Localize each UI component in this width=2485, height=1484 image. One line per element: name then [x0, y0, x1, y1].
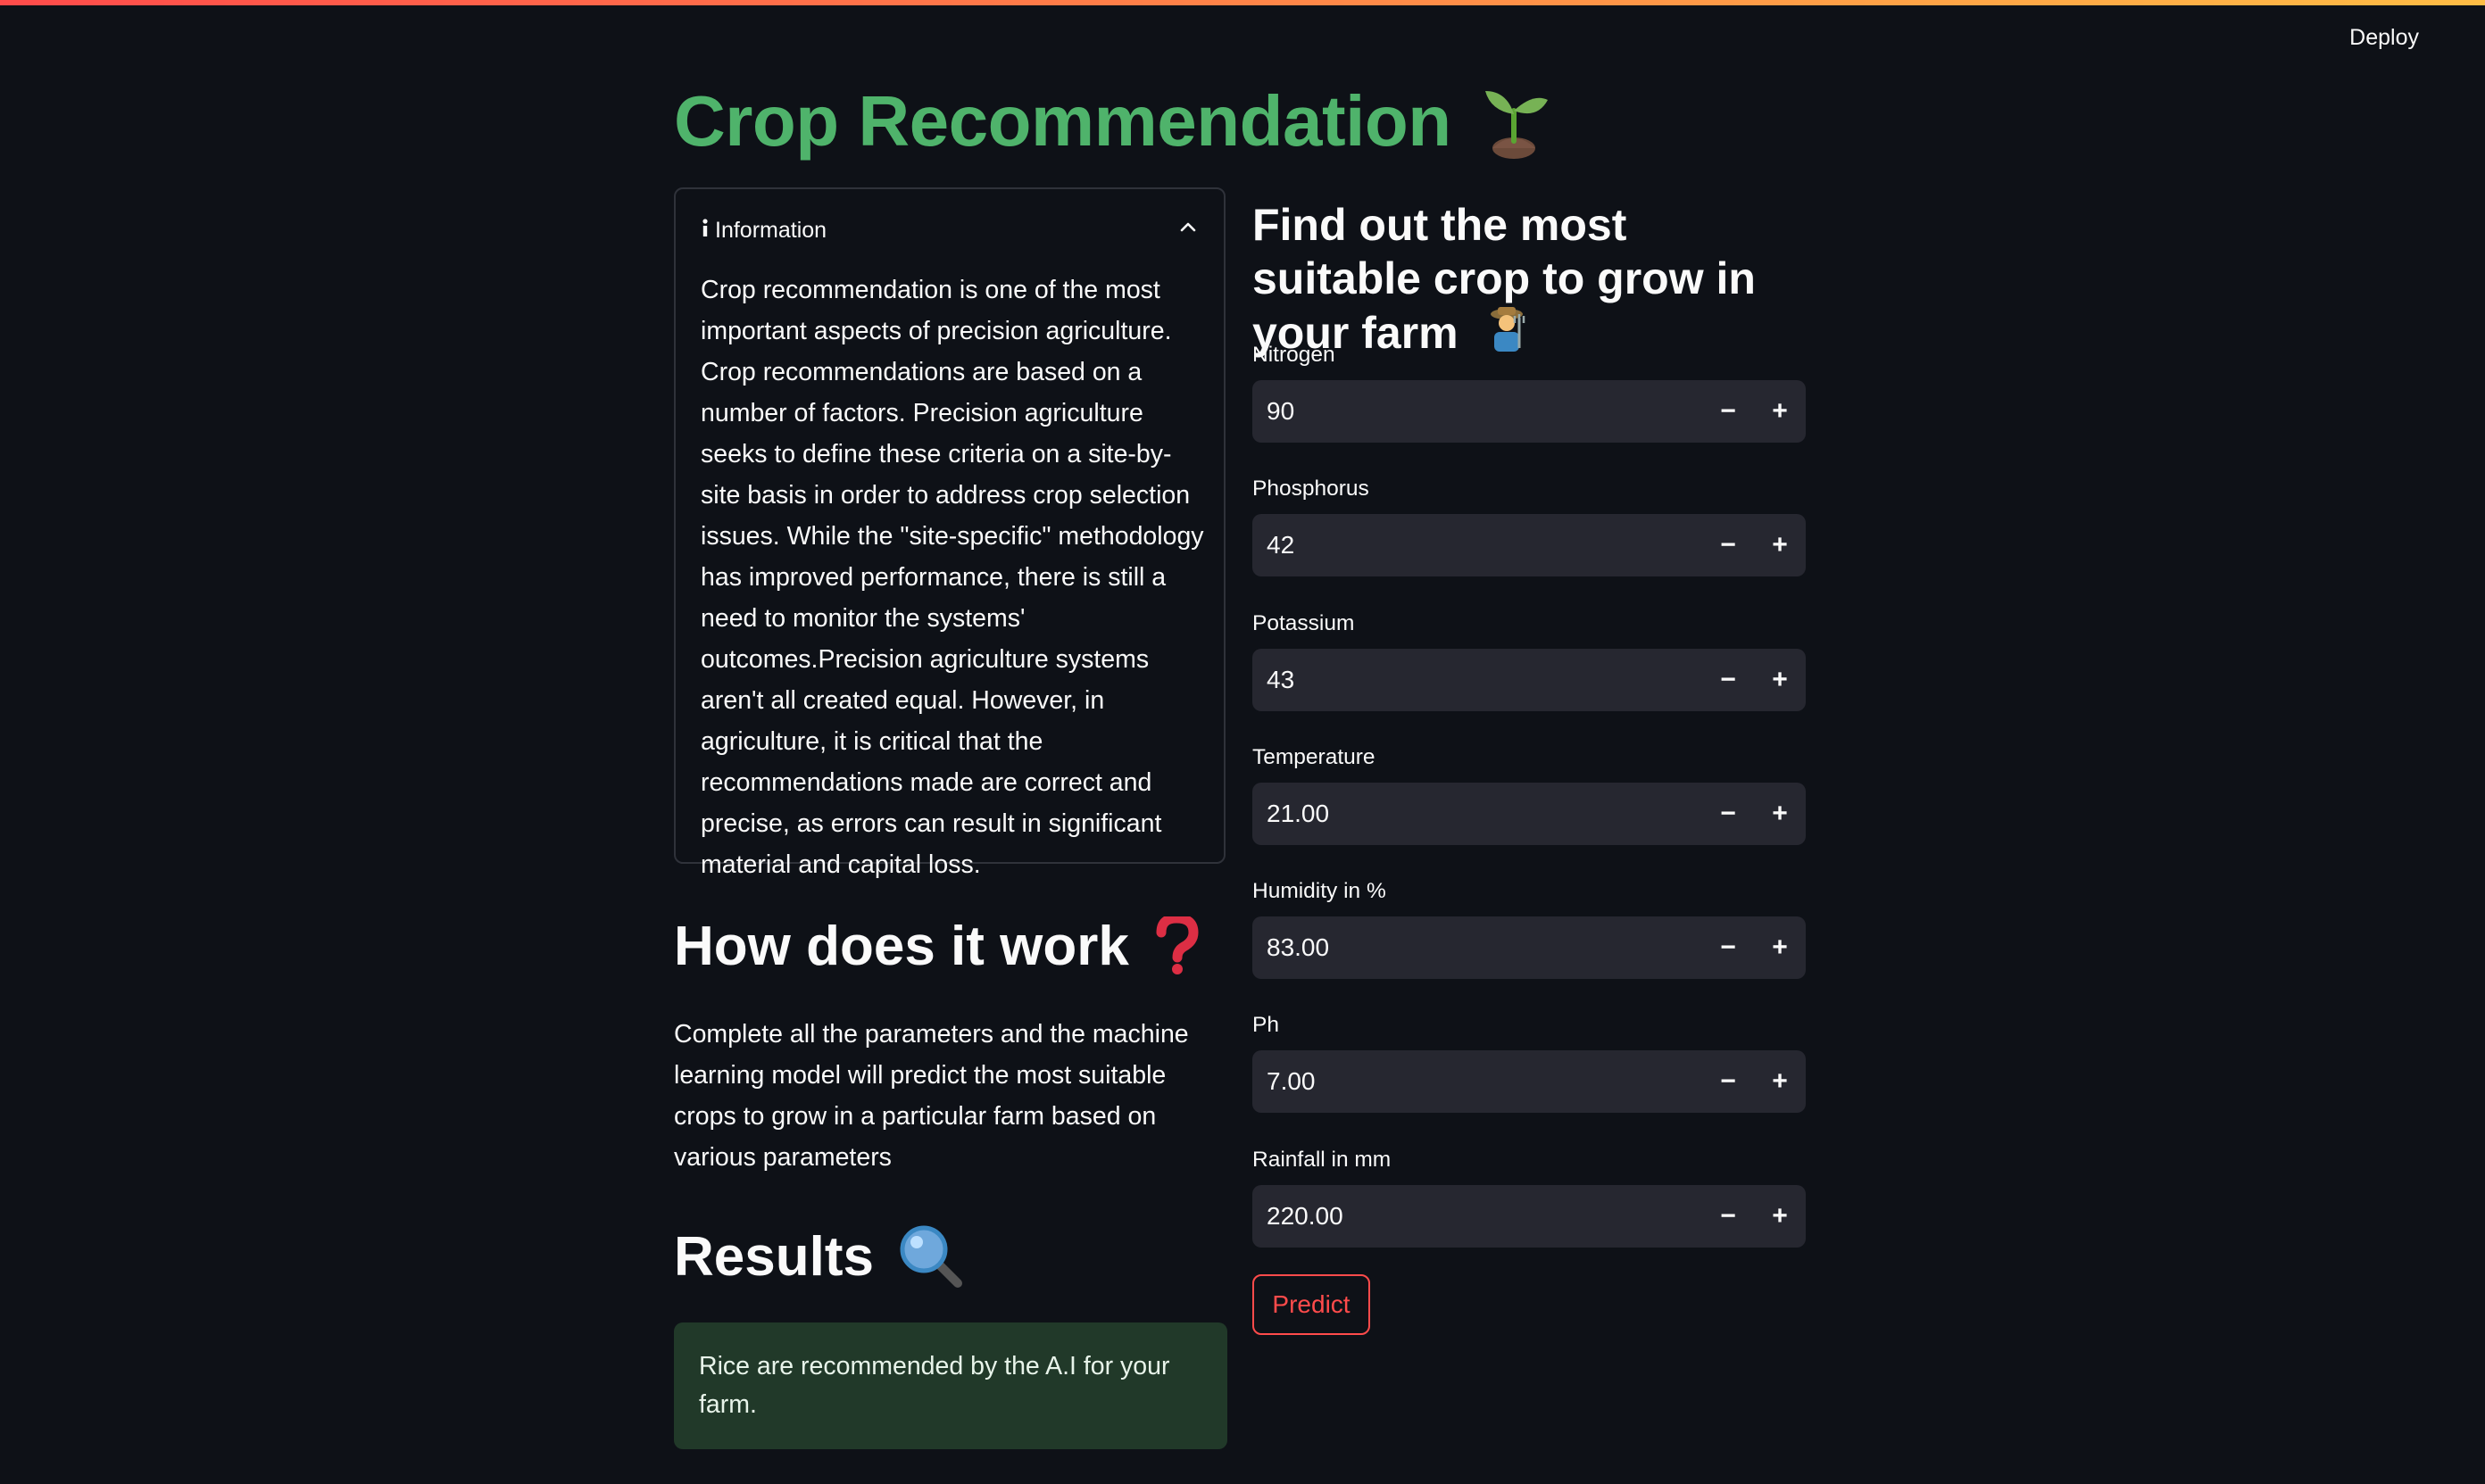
increment-button[interactable]: + — [1754, 514, 1806, 576]
number-input[interactable]: 21.00 − + — [1252, 783, 1806, 845]
field-label: Phosphorus — [1252, 477, 1369, 501]
decrement-button[interactable]: − — [1702, 1050, 1754, 1113]
magnifier-icon — [899, 1224, 963, 1289]
number-input[interactable]: 90 − + — [1252, 380, 1806, 443]
number-input[interactable]: 220.00 − + — [1252, 1185, 1806, 1248]
increment-button[interactable]: + — [1754, 1185, 1806, 1248]
field-label: Humidity in % — [1252, 879, 1386, 903]
field-label: Rainfall in mm — [1252, 1148, 1392, 1172]
decrement-button[interactable]: − — [1702, 1185, 1754, 1248]
information-text: Crop recommendation is one of the most i… — [701, 276, 1204, 879]
how-heading: How does it work — [674, 910, 1199, 982]
chevron-up-icon[interactable] — [1177, 217, 1199, 245]
number-input[interactable]: 43 − + — [1252, 649, 1806, 711]
how-description: Complete all the parameters and the mach… — [674, 1020, 1189, 1172]
decrement-button[interactable]: − — [1702, 514, 1754, 576]
field-ph: Ph 7.00 − + — [1252, 1009, 1806, 1113]
number-input[interactable]: 83.00 − + — [1252, 916, 1806, 979]
main-content: Crop Recommendation Information Crop rec… — [674, 77, 1808, 1484]
how-heading-text: How does it work — [674, 915, 1129, 977]
field-label: Nitrogen — [1252, 343, 1335, 367]
increment-button[interactable]: + — [1754, 1050, 1806, 1113]
predict-button[interactable]: Predict — [1252, 1274, 1370, 1335]
information-label: Information — [715, 217, 827, 243]
results-heading-text: Results — [674, 1225, 874, 1288]
decrement-button[interactable]: − — [1702, 380, 1754, 443]
input-value[interactable]: 7.00 — [1252, 1067, 1702, 1096]
decrement-button[interactable]: − — [1702, 916, 1754, 979]
info-icon — [701, 218, 710, 244]
number-input[interactable]: 7.00 − + — [1252, 1050, 1806, 1113]
top-decoration-bar — [0, 0, 2485, 5]
field-nitrogen: Nitrogen 90 − + — [1252, 339, 1806, 443]
input-value[interactable]: 43 — [1252, 666, 1702, 694]
increment-button[interactable]: + — [1754, 916, 1806, 979]
field-phosphorus: Phosphorus 42 − + — [1252, 473, 1806, 576]
field-label: Ph — [1252, 1013, 1279, 1037]
page-title: Crop Recommendation — [674, 77, 1550, 166]
increment-button[interactable]: + — [1754, 783, 1806, 845]
field-humidity: Humidity in % 83.00 − + — [1252, 875, 1806, 979]
decrement-button[interactable]: − — [1702, 649, 1754, 711]
number-input[interactable]: 42 − + — [1252, 514, 1806, 576]
input-value[interactable]: 220.00 — [1252, 1202, 1702, 1231]
result-success-box: Rice are recommended by the A.I for your… — [674, 1322, 1227, 1449]
field-potassium: Potassium 43 − + — [1252, 608, 1806, 711]
results-heading: Results — [674, 1221, 963, 1292]
question-mark-icon — [1154, 916, 1199, 975]
information-expander: Information Crop recommendation is one o… — [674, 187, 1226, 879]
field-temperature: Temperature 21.00 − + — [1252, 742, 1806, 845]
result-message: Rice are recommended by the A.I for your… — [699, 1352, 1170, 1419]
input-value[interactable]: 21.00 — [1252, 800, 1702, 828]
input-value[interactable]: 83.00 — [1252, 933, 1702, 962]
input-value[interactable]: 42 — [1252, 531, 1702, 560]
page-title-text: Crop Recommendation — [674, 81, 1451, 161]
input-value[interactable]: 90 — [1252, 397, 1702, 426]
field-rainfall: Rainfall in mm 220.00 − + — [1252, 1144, 1806, 1248]
field-label: Potassium — [1252, 611, 1355, 635]
increment-button[interactable]: + — [1754, 649, 1806, 711]
deploy-button[interactable]: Deploy — [2349, 25, 2419, 51]
information-expander-header[interactable]: Information — [701, 212, 1199, 248]
decrement-button[interactable]: − — [1702, 783, 1754, 845]
field-label: Temperature — [1252, 745, 1375, 769]
increment-button[interactable]: + — [1754, 380, 1806, 443]
seedling-icon — [1478, 84, 1550, 159]
